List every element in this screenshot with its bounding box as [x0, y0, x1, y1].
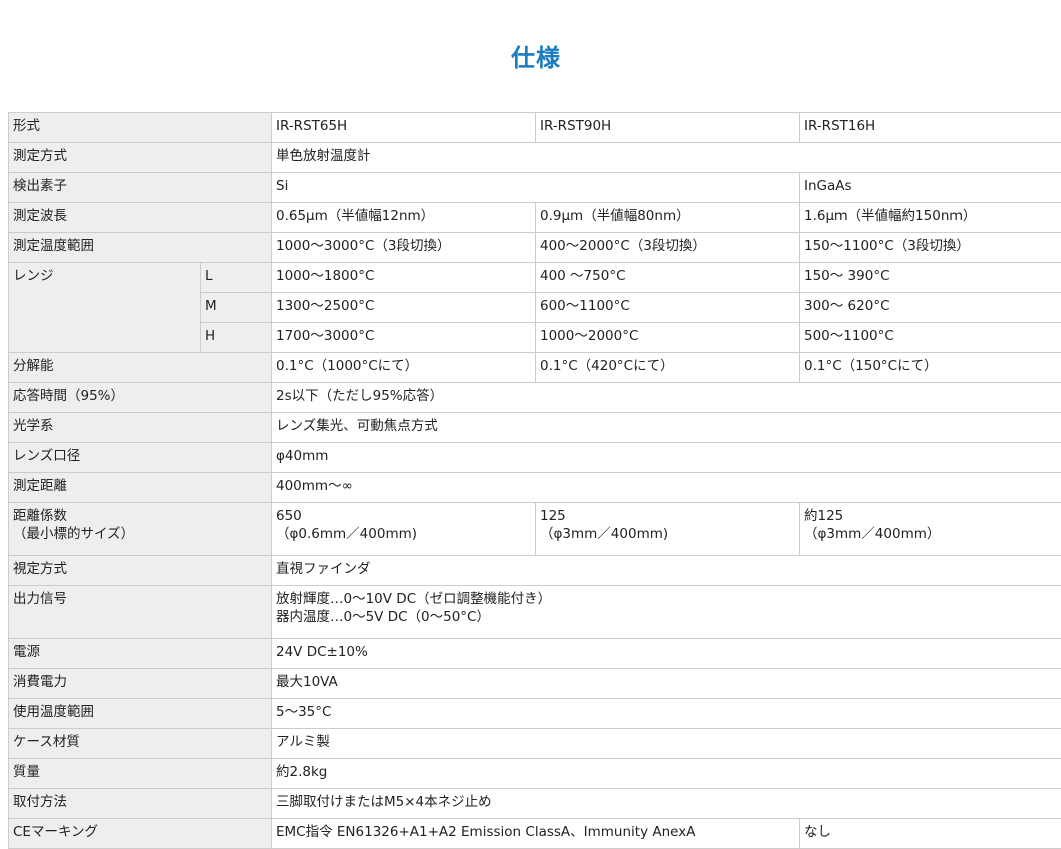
sighting-value: 直視ファインダ — [272, 556, 1061, 586]
detector-value: Si — [272, 173, 800, 203]
row-label-ce: CEマーキング — [9, 819, 272, 849]
distance-factor-sublabel: （最小標的サイズ） — [13, 525, 267, 543]
table-row: 光学系 レンズ集光、可動焦点方式 — [9, 413, 1061, 443]
row-label-distance-factor: 距離係数 （最小標的サイズ） — [9, 503, 272, 556]
table-row: CEマーキング EMC指令 EN61326+A1+A2 Emission Cla… — [9, 819, 1061, 849]
resolution-value: 0.1°C（150°Cにて） — [800, 353, 1061, 383]
measure-method-value: 単色放射温度計 — [272, 143, 1061, 173]
temp-range-value: 1000〜3000°C（3段切換） — [272, 233, 536, 263]
row-label-power: 電源 — [9, 639, 272, 669]
spec-table: 形式 IR-RST65H IR-RST90H IR-RST16H 測定方式 単色… — [8, 112, 1061, 849]
distance-factor-value: 125 （φ3mm／400mm) — [536, 503, 800, 556]
row-label-optics: 光学系 — [9, 413, 272, 443]
temp-range-value: 150〜1100°C（3段切換） — [800, 233, 1061, 263]
ce-value: EMC指令 EN61326+A1+A2 Emission ClassA、Immu… — [272, 819, 800, 849]
table-row: 分解能 0.1°C（1000°Cにて） 0.1°C（420°Cにて） 0.1°C… — [9, 353, 1061, 383]
row-label-lens: レンズ口径 — [9, 443, 272, 473]
table-row: レンジ L 1000〜1800°C 400 〜750°C 150〜 390°C — [9, 263, 1061, 293]
range-value: 1700〜3000°C — [272, 323, 536, 353]
row-label-temp-range: 測定温度範囲 — [9, 233, 272, 263]
range-value: 500〜1100°C — [800, 323, 1061, 353]
row-label-case: ケース材質 — [9, 729, 272, 759]
table-row: 取付方法 三脚取付けまたはM5×4本ネジ止め — [9, 789, 1061, 819]
table-row: 質量 約2.8kg — [9, 759, 1061, 789]
row-label-model: 形式 — [9, 113, 272, 143]
distance-factor-value: 650 （φ0.6mm／400mm) — [272, 503, 536, 556]
resolution-value: 0.1°C（420°Cにて） — [536, 353, 800, 383]
model-name: IR-RST65H — [272, 113, 536, 143]
operating-temp-value: 5〜35°C — [272, 699, 1061, 729]
table-row: 視定方式 直視ファインダ — [9, 556, 1061, 586]
row-label-distance: 測定距離 — [9, 473, 272, 503]
detector-value: InGaAs — [800, 173, 1061, 203]
row-label-measure-method: 測定方式 — [9, 143, 272, 173]
page-title: 仕様 — [0, 38, 1061, 73]
range-value: 1000〜2000°C — [536, 323, 800, 353]
range-value: 400 〜750°C — [536, 263, 800, 293]
distance-value: 400mm〜∞ — [272, 473, 1061, 503]
row-label-wavelength: 測定波長 — [9, 203, 272, 233]
row-label-mounting: 取付方法 — [9, 789, 272, 819]
ce-value-16h: なし — [800, 819, 1061, 849]
case-value: アルミ製 — [272, 729, 1061, 759]
table-row: 電源 24V DC±10% — [9, 639, 1061, 669]
lens-value: φ40mm — [272, 443, 1061, 473]
table-row: 測定波長 0.65μm（半値幅12nm） 0.9μm（半値幅80nm） 1.6μ… — [9, 203, 1061, 233]
table-row: 出力信号 放射輝度…0〜10V DC（ゼロ調整機能付き） 器内温度…0〜5V D… — [9, 586, 1061, 639]
row-label-mass: 質量 — [9, 759, 272, 789]
row-label-consumption: 消費電力 — [9, 669, 272, 699]
range-value: 1000〜1800°C — [272, 263, 536, 293]
table-row: 使用温度範囲 5〜35°C — [9, 699, 1061, 729]
model-name: IR-RST16H — [800, 113, 1061, 143]
range-value: 150〜 390°C — [800, 263, 1061, 293]
wavelength-value: 0.9μm（半値幅80nm） — [536, 203, 800, 233]
row-label-resolution: 分解能 — [9, 353, 272, 383]
row-label-range: レンジ — [9, 263, 201, 353]
optics-value: レンズ集光、可動焦点方式 — [272, 413, 1061, 443]
consumption-value: 最大10VA — [272, 669, 1061, 699]
range-sub-label: H — [201, 323, 272, 353]
table-row: 測定温度範囲 1000〜3000°C（3段切換） 400〜2000°C（3段切換… — [9, 233, 1061, 263]
row-label-response: 応答時間（95%） — [9, 383, 272, 413]
distance-factor-value: 約125 （φ3mm／400mm） — [800, 503, 1061, 556]
table-row: 形式 IR-RST65H IR-RST90H IR-RST16H — [9, 113, 1061, 143]
table-row: レンズ口径 φ40mm — [9, 443, 1061, 473]
range-value: 600〜1100°C — [536, 293, 800, 323]
table-row: 応答時間（95%） 2s以下（ただし95%応答） — [9, 383, 1061, 413]
output-value: 放射輝度…0〜10V DC（ゼロ調整機能付き） 器内温度…0〜5V DC（0〜5… — [272, 586, 1061, 639]
table-row: 測定距離 400mm〜∞ — [9, 473, 1061, 503]
resolution-value: 0.1°C（1000°Cにて） — [272, 353, 536, 383]
table-row: 測定方式 単色放射温度計 — [9, 143, 1061, 173]
range-value: 1300〜2500°C — [272, 293, 536, 323]
distance-factor-label: 距離係数 — [13, 507, 267, 525]
range-sub-label: M — [201, 293, 272, 323]
model-name: IR-RST90H — [536, 113, 800, 143]
wavelength-value: 0.65μm（半値幅12nm） — [272, 203, 536, 233]
row-label-operating-temp: 使用温度範囲 — [9, 699, 272, 729]
row-label-sighting: 視定方式 — [9, 556, 272, 586]
range-sub-label: L — [201, 263, 272, 293]
mounting-value: 三脚取付けまたはM5×4本ネジ止め — [272, 789, 1061, 819]
row-label-detector: 検出素子 — [9, 173, 272, 203]
table-row: 検出素子 Si InGaAs — [9, 173, 1061, 203]
row-label-output: 出力信号 — [9, 586, 272, 639]
table-row: ケース材質 アルミ製 — [9, 729, 1061, 759]
temp-range-value: 400〜2000°C（3段切換） — [536, 233, 800, 263]
wavelength-value: 1.6μｍ（半値幅約150nｍ） — [800, 203, 1061, 233]
power-value: 24V DC±10% — [272, 639, 1061, 669]
table-row: 消費電力 最大10VA — [9, 669, 1061, 699]
response-value: 2s以下（ただし95%応答） — [272, 383, 1061, 413]
table-row: 距離係数 （最小標的サイズ） 650 （φ0.6mm／400mm) 125 （φ… — [9, 503, 1061, 556]
range-value: 300〜 620°C — [800, 293, 1061, 323]
mass-value: 約2.8kg — [272, 759, 1061, 789]
